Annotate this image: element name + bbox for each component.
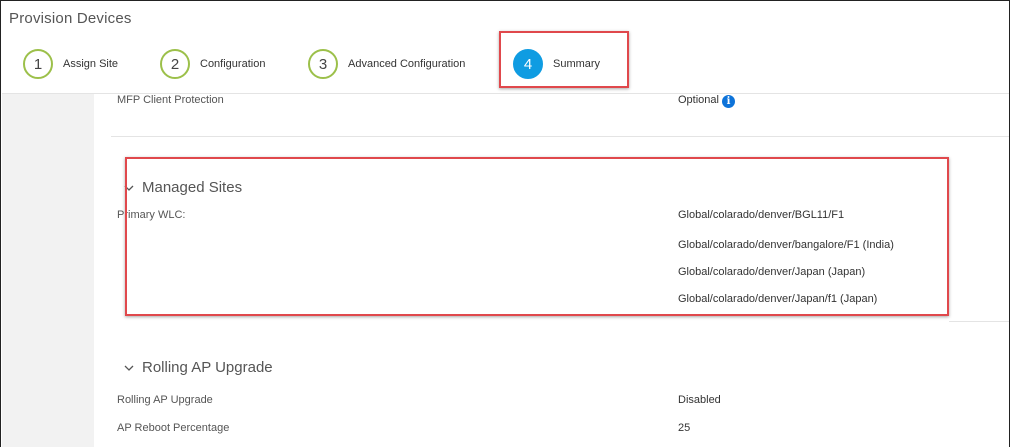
step-number-2: 2 [160,49,190,79]
step-label-advanced-configuration: Advanced Configuration [348,58,466,70]
rolling-ap-upgrade-value: Disabled [678,394,721,406]
page-title: Provision Devices [9,10,132,27]
rolling-ap-upgrade-heading: Rolling AP Upgrade [142,359,273,376]
step-label-configuration: Configuration [200,58,266,70]
ap-reboot-percentage-label: AP Reboot Percentage [117,422,230,434]
managed-sites-heading: Managed Sites [142,179,243,196]
site-path: Global/colarado/denver/BGL11/F1 [678,209,845,221]
chevron-down-icon [124,185,134,191]
site-path: Global/colarado/denver/bangalore/F1 (Ind… [678,239,894,251]
divider [949,321,1009,322]
chevron-down-icon [124,365,134,371]
ap-reboot-percentage-value: 25 [678,422,691,434]
provision-devices-window: Provision Devices 1 Assign Site 2 Config… [0,0,1010,447]
mfp-label: MFP Client Protection [117,94,224,106]
mfp-value-text: Optional [678,94,719,106]
step-assign-site[interactable]: 1 Assign Site [23,39,118,89]
summary-content: MFP Client Protection Optional i Managed … [94,93,1009,447]
rolling-ap-upgrade-label: Rolling AP Upgrade [117,394,213,406]
step-number-3: 3 [308,49,338,79]
step-summary[interactable]: 4 Summary [513,39,600,89]
site-path: Global/colarado/denver/Japan/f1 (Japan) [678,293,878,305]
managed-sites-header[interactable]: Managed Sites [124,179,242,196]
rolling-ap-upgrade-header[interactable]: Rolling AP Upgrade [124,359,273,376]
step-advanced-configuration[interactable]: 3 Advanced Configuration [308,39,465,89]
primary-wlc-label: Primary WLC: [117,209,186,221]
mfp-value: Optional i [678,94,735,108]
divider [111,136,1009,137]
step-configuration[interactable]: 2 Configuration [160,39,265,89]
step-number-4: 4 [513,49,543,79]
step-number-1: 1 [23,49,53,79]
info-icon[interactable]: i [721,95,735,108]
site-path: Global/colarado/denver/Japan (Japan) [678,266,866,278]
wizard-stepper: 1 Assign Site 2 Configuration 3 Advanced… [1,35,1009,93]
left-gutter [2,93,94,447]
step-label-assign-site: Assign Site [63,58,119,70]
step-label-summary: Summary [553,58,601,70]
